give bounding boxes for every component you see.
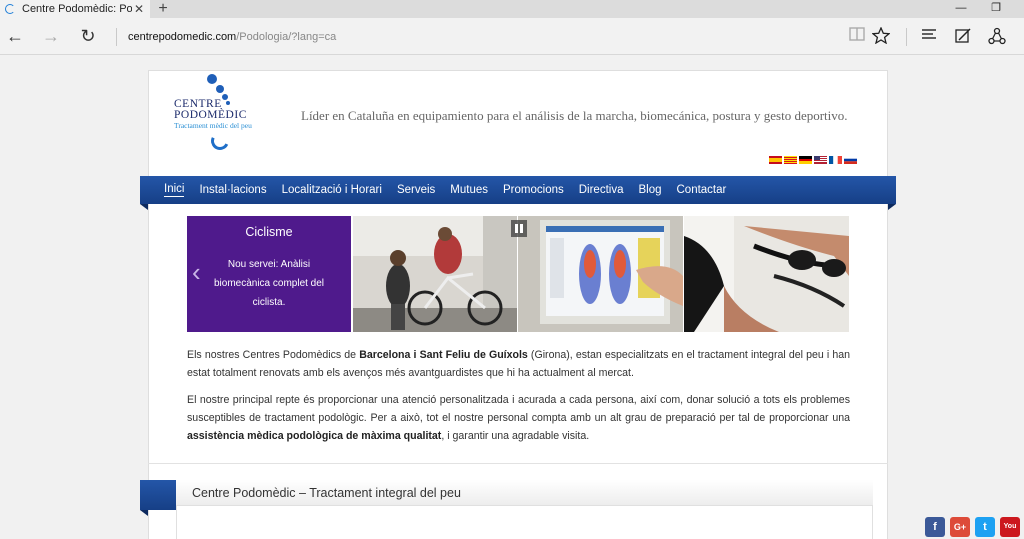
forward-button[interactable]: → <box>40 27 62 47</box>
logo-curve <box>208 129 232 153</box>
browser-tab[interactable]: Centre Podomèdic: Pod ✕ <box>0 0 150 18</box>
facebook-icon[interactable]: f <box>925 517 945 537</box>
nav-item-mutues[interactable]: Mutues <box>450 184 488 196</box>
google-plus-icon[interactable]: G+ <box>950 517 970 537</box>
site-logo[interactable]: CENTRE PODOMÈDIC Tractament mèdic del pe… <box>173 74 283 154</box>
slide-title: Ciclisme <box>245 225 293 239</box>
flag-fr-icon[interactable] <box>829 156 842 164</box>
nav-item-blog[interactable]: Blog <box>638 184 661 196</box>
new-tab-button[interactable]: + <box>154 0 172 18</box>
flag-ru-icon[interactable] <box>844 156 857 164</box>
nav-ribbon-corner <box>140 204 148 210</box>
logo-dot <box>222 94 228 100</box>
text-run: , i garantir una agradable visita. <box>441 430 590 442</box>
address-divider <box>116 28 117 46</box>
section-title: Centre Podomèdic – Tractament integral d… <box>192 486 461 500</box>
url-field[interactable]: centrepodomedic.com/Podologia/?lang=ca <box>128 31 336 43</box>
restore-button[interactable]: ❐ <box>981 0 1011 18</box>
nav-item-serveis[interactable]: Serveis <box>397 184 435 196</box>
web-note-icon[interactable] <box>952 27 974 47</box>
url-path: /Podologia/?lang=ca <box>236 31 337 43</box>
slide-photo-bike-fitting <box>353 216 517 332</box>
loading-icon <box>5 4 15 14</box>
content-divider <box>148 463 888 464</box>
intro-paragraph-2: El nostre principal repte és proporciona… <box>187 391 850 445</box>
pause-icon <box>520 224 523 233</box>
site-slogan: Líder en Cataluña en equipamiento para e… <box>301 108 848 123</box>
text-bold: Barcelona i Sant Feliu de Guíxols <box>359 349 528 361</box>
nav-ribbon-corner <box>888 204 896 210</box>
slide-caption: Ciclisme ‹ Nou servei: Anàlisi biomecàni… <box>187 216 351 332</box>
nav-item-localitzacio[interactable]: Localització i Horari <box>282 184 382 196</box>
url-host: centrepodomedic.com <box>128 31 237 43</box>
close-tab-icon[interactable]: ✕ <box>132 2 146 16</box>
toolbar-divider <box>906 28 907 46</box>
intro-paragraph-1: Els nostres Centres Podomèdics de Barcel… <box>187 346 850 382</box>
tab-strip: Centre Podomèdic: Pod ✕ + — ❐ <box>0 0 1024 18</box>
text-run: El nostre principal repte és proporciona… <box>187 394 850 424</box>
flag-en-icon[interactable] <box>814 156 827 164</box>
refresh-button[interactable]: ↻ <box>77 27 99 47</box>
address-bar: ← → ↻ centrepodomedic.com/Podologia/?lan… <box>0 18 1024 55</box>
slide-photo-foot-analysis <box>518 216 683 332</box>
back-button[interactable]: ← <box>4 27 26 47</box>
hub-icon[interactable] <box>918 27 940 47</box>
nav-item-contactar[interactable]: Contactar <box>677 184 727 196</box>
slider-prev-arrow-icon[interactable]: ‹ <box>192 259 201 285</box>
section-ribbon <box>140 480 176 510</box>
logo-line2: PODOMÈDIC <box>174 109 247 121</box>
slider-pause-button[interactable] <box>511 220 527 237</box>
slide-text: Nou servei: Anàlisi biomecànica complet … <box>213 259 325 308</box>
nav-item-installacions[interactable]: Instal·lacions <box>199 184 266 196</box>
image-slider: Ciclisme ‹ Nou servei: Anàlisi biomecàni… <box>187 216 849 332</box>
share-icon[interactable] <box>986 27 1008 47</box>
flag-de-icon[interactable] <box>799 156 812 164</box>
logo-tagline: Tractament mèdic del peu <box>174 121 252 130</box>
page-viewport: CENTRE PODOMÈDIC Tractament mèdic del pe… <box>0 56 1024 539</box>
section-ribbon-corner <box>140 510 148 516</box>
flag-es-icon[interactable] <box>769 156 782 164</box>
tab-title: Centre Podomèdic: Pod <box>22 3 132 15</box>
nav-item-directiva[interactable]: Directiva <box>579 184 624 196</box>
slide-photo-cyclist <box>684 216 849 332</box>
nav-menu: Inici Instal·lacions Localització i Hora… <box>164 176 741 204</box>
reading-view-icon[interactable] <box>846 27 868 47</box>
favorite-star-icon[interactable] <box>870 26 892 47</box>
logo-dot <box>207 74 217 84</box>
text-bold: assistència mèdica podològica de màxima … <box>187 430 442 442</box>
intro-text: Els nostres Centres Podomèdics de Barcel… <box>187 346 850 454</box>
text-run: Els nostres Centres Podomèdics de <box>187 349 360 361</box>
minimize-button[interactable]: — <box>946 0 976 18</box>
youtube-icon[interactable]: You <box>1000 517 1020 537</box>
logo-dot <box>226 101 230 105</box>
nav-item-promocions[interactable]: Promocions <box>503 184 564 196</box>
social-links: f G+ t You <box>925 517 1020 537</box>
twitter-icon[interactable]: t <box>975 517 995 537</box>
logo-dot <box>216 85 224 93</box>
nav-item-inici[interactable]: Inici <box>164 183 185 197</box>
language-selector <box>769 156 857 164</box>
pause-icon <box>515 224 518 233</box>
flag-ca-icon[interactable] <box>784 156 797 164</box>
